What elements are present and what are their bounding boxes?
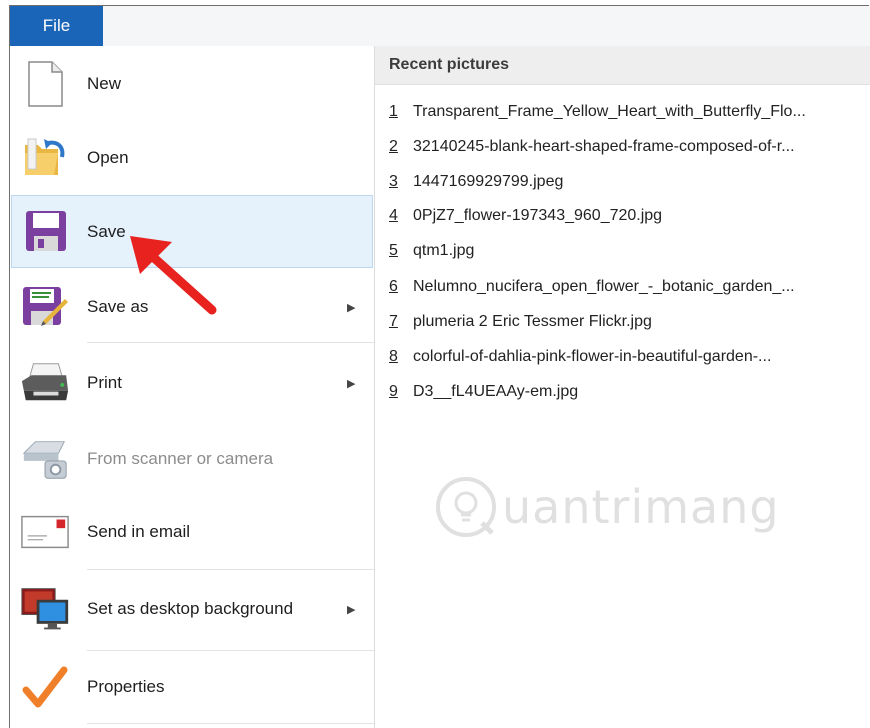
menu-separator xyxy=(87,723,374,724)
recent-item-number: 8 xyxy=(389,348,398,365)
menu-item-open[interactable]: Open xyxy=(10,126,374,190)
recent-item[interactable]: 7 plumeria 2 Eric Tessmer Flickr.jpg xyxy=(389,307,864,337)
recent-item-name: plumeria 2 Eric Tessmer Flickr.jpg xyxy=(413,313,652,330)
recent-item[interactable]: 5 qtm1.jpg xyxy=(389,236,864,266)
printer-icon xyxy=(20,358,70,408)
email-icon xyxy=(20,507,70,557)
recent-item-number: 4 xyxy=(389,207,398,224)
menu-label-desktop-background: Set as desktop background xyxy=(87,599,294,618)
recent-item-number: 6 xyxy=(389,278,398,295)
recent-item-number: 9 xyxy=(389,383,398,400)
recent-item[interactable]: 8 colorful-of-dahlia-pink-flower-in-beau… xyxy=(389,342,864,372)
recent-item-number: 7 xyxy=(389,313,398,330)
recent-item[interactable]: 4 0PjZ7_flower-197343_960_720.jpg xyxy=(389,201,864,231)
watermark-text: uantrimang xyxy=(502,480,780,534)
submenu-arrow-icon: ▶ xyxy=(347,301,356,314)
recent-item-name: 0PjZ7_flower-197343_960_720.jpg xyxy=(413,207,663,224)
recent-item[interactable]: 3 1447169929799.jpeg xyxy=(389,167,864,197)
recent-item[interactable]: 6 Nelumno_nucifera_open_flower_-_botanic… xyxy=(389,272,864,302)
file-tab[interactable]: File xyxy=(10,6,103,46)
recent-item-name: D3__fL4UEAAy-em.jpg xyxy=(413,383,579,400)
submenu-arrow-icon: ▶ xyxy=(347,603,356,616)
menu-separator xyxy=(87,342,374,343)
menu-label-new: New xyxy=(87,74,122,93)
watermark-logo-icon xyxy=(436,477,496,537)
red-arrow-annotation xyxy=(130,236,217,315)
menu-item-new[interactable]: New xyxy=(10,52,374,116)
recent-item[interactable]: 9 D3__fL4UEAAy-em.jpg xyxy=(389,377,864,407)
menu-item-send-email[interactable]: Send in email xyxy=(10,498,374,566)
menu-label-send-email: Send in email xyxy=(87,522,191,541)
menu-separator xyxy=(87,569,374,570)
menu-label-properties: Properties xyxy=(87,677,165,696)
recent-item[interactable]: 1 Transparent_Frame_Yellow_Heart_with_Bu… xyxy=(389,97,864,127)
scanner-camera-icon xyxy=(20,434,70,484)
checkmark-icon xyxy=(20,662,70,712)
recent-item-name: 1447169929799.jpeg xyxy=(413,173,564,190)
floppy-disk-icon xyxy=(21,206,71,256)
desktop-background-icon xyxy=(20,584,70,634)
menu-label-open: Open xyxy=(87,148,129,167)
recent-item-name: Nelumno_nucifera_open_flower_-_botanic_g… xyxy=(413,278,795,295)
recent-item-number: 5 xyxy=(389,242,398,259)
menu-label-from-scanner: From scanner or camera xyxy=(87,449,274,468)
watermark: uantrimang xyxy=(434,472,804,542)
new-document-icon xyxy=(20,59,70,109)
recent-item-name: colorful-of-dahlia-pink-flower-in-beauti… xyxy=(413,348,772,365)
menu-item-properties[interactable]: Properties xyxy=(10,653,374,721)
save-as-icon xyxy=(20,280,70,330)
ribbon-bar xyxy=(10,6,870,47)
file-menu: New Open Save Save as ▶ Print ▶ From sca… xyxy=(10,46,375,728)
recent-item-name: Transparent_Frame_Yellow_Heart_with_Butt… xyxy=(413,103,806,120)
submenu-arrow-icon: ▶ xyxy=(347,377,356,390)
menu-item-print[interactable]: Print ▶ xyxy=(10,348,374,418)
menu-item-from-scanner[interactable]: From scanner or camera xyxy=(10,424,374,494)
recent-item[interactable]: 2 32140245-blank-heart-shaped-frame-comp… xyxy=(389,132,864,162)
folder-open-icon xyxy=(20,133,70,183)
recent-item-number: 1 xyxy=(389,103,398,120)
recent-pictures-header: Recent pictures xyxy=(375,46,870,85)
recent-item-number: 3 xyxy=(389,173,398,190)
recent-item-number: 2 xyxy=(389,138,398,155)
menu-separator xyxy=(87,650,374,651)
recent-pictures-pane: Recent pictures 1 Transparent_Frame_Yell… xyxy=(375,46,870,728)
recent-pictures-title: Recent pictures xyxy=(389,56,510,73)
menu-item-desktop-background[interactable]: Set as desktop background ▶ xyxy=(10,574,374,644)
recent-item-name: qtm1.jpg xyxy=(413,242,475,259)
recent-item-name: 32140245-blank-heart-shaped-frame-compos… xyxy=(413,138,795,155)
menu-label-print: Print xyxy=(87,373,122,392)
